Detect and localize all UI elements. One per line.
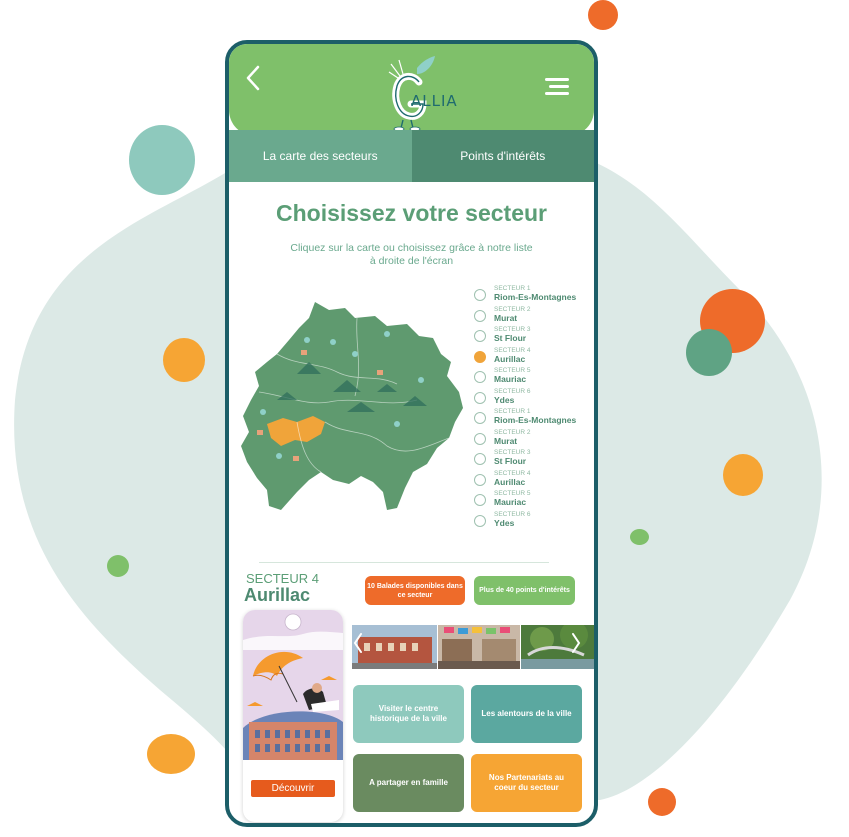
sector-card[interactable]: Découvrir <box>243 610 343 822</box>
sector-list: SECTEUR 1 Riom-Es-Montagnes SECTEUR 2 Mura… <box>474 285 594 531</box>
sector-name: Riom-Es-Montagnes <box>494 415 577 425</box>
sector-name: Mauriac <box>494 374 527 384</box>
sector-number: SECTEUR 1 <box>494 408 531 415</box>
sector-name: Murat <box>494 435 518 446</box>
subtitle-line: à droite de l'écran <box>369 255 454 267</box>
decorative-dot <box>163 338 205 382</box>
sector-option[interactable]: SECTEUR 3 St Flour <box>474 449 594 470</box>
radio-button[interactable] <box>474 514 486 527</box>
radio-button[interactable] <box>474 391 486 404</box>
carousel-photo-3 <box>521 625 594 669</box>
back-chevron-icon[interactable] <box>243 64 263 92</box>
app-header: ALLIA <box>229 44 594 136</box>
discover-button[interactable]: Découvrir <box>251 780 335 797</box>
sector-name: St Flour <box>494 456 527 466</box>
tab-bar: La carte des secteurs Points d'intérêts <box>229 130 594 182</box>
sector-number: SECTEUR 2 <box>494 305 531 313</box>
decorative-dot <box>686 329 732 376</box>
radio-button[interactable] <box>474 494 486 506</box>
selected-sector-name: Aurillac <box>244 585 311 605</box>
sector-option[interactable]: SECTEUR 6 Ydes <box>474 388 594 409</box>
radio-button[interactable] <box>474 432 486 445</box>
carousel-prev-chevron-icon[interactable] <box>352 632 364 654</box>
sector-number: SECTEUR 6 <box>494 387 531 395</box>
sector-name: Mauriac <box>494 497 527 507</box>
decorative-dot <box>630 529 649 545</box>
map-region[interactable] <box>241 302 463 510</box>
sector-name: Murat <box>494 312 518 323</box>
sector-name: Ydes <box>494 394 515 405</box>
radio-button[interactable] <box>474 309 486 322</box>
page-subtitle: Cliquez sur la carte ou choisissez grâce… <box>269 242 554 268</box>
carousel-photo-2 <box>438 625 520 669</box>
carousel-next-chevron-icon[interactable] <box>570 632 582 654</box>
section-divider <box>259 562 549 563</box>
points-interets-badge[interactable]: Plus de 40 points d'intérêts <box>474 576 575 605</box>
sector-option[interactable]: SECTEUR 5 Mauriac <box>474 367 594 388</box>
sector-number: SECTEUR 6 <box>494 510 531 518</box>
selected-sector-number: SECTEUR 4 <box>246 571 319 586</box>
radio-button[interactable] <box>474 412 486 424</box>
sector-number: SECTEUR 4 <box>494 346 531 354</box>
radio-button[interactable] <box>474 330 486 342</box>
decorative-dot <box>648 788 676 816</box>
tile-alentours[interactable]: Les alentours de la ville <box>471 685 582 743</box>
decorative-dot <box>147 734 195 774</box>
decorative-dot <box>107 555 129 577</box>
sector-number: SECTEUR 3 <box>494 449 531 456</box>
sector-number: SECTEUR 4 <box>494 469 531 477</box>
tab-carte-des-secteurs[interactable]: La carte des secteurs <box>229 130 412 182</box>
radio-button-selected[interactable] <box>474 350 486 363</box>
sector-name: Riom-Es-Montagnes <box>494 292 577 302</box>
radio-button[interactable] <box>474 289 486 301</box>
sector-map[interactable] <box>237 296 469 514</box>
sector-number: SECTEUR 1 <box>494 285 531 292</box>
tile-partager-en-famille[interactable]: A partager en famille <box>353 754 464 812</box>
decorative-dot <box>129 125 195 195</box>
balades-badge[interactable]: 10 Balades disponibles dans ce secteur <box>365 576 465 605</box>
logo-text: ALLIA <box>411 92 458 110</box>
carousel-photo-1 <box>352 625 437 669</box>
sector-option[interactable]: SECTEUR 1 Riom-Es-Montagnes <box>474 408 594 429</box>
sector-option[interactable]: SECTEUR 6 Ydes <box>474 511 594 532</box>
sector-number: SECTEUR 3 <box>494 326 531 333</box>
sector-option[interactable]: SECTEUR 4 Aurillac <box>474 470 594 491</box>
decorative-dot <box>723 454 763 496</box>
phone-frame: ALLIA La carte des secteurs Points d'int… <box>225 40 598 827</box>
hamburger-menu-icon[interactable] <box>545 78 569 96</box>
radio-button[interactable] <box>474 371 486 383</box>
subtitle-line: Cliquez sur la carte ou choisissez grâce… <box>290 242 533 254</box>
page-title: Choisissez votre secteur <box>275 200 547 226</box>
sector-name: St Flour <box>494 333 527 343</box>
sector-option[interactable]: SECTEUR 2 Murat <box>474 429 594 450</box>
decorative-dot <box>588 0 618 30</box>
sector-option[interactable]: SECTEUR 5 Mauriac <box>474 490 594 511</box>
sector-option[interactable]: SECTEUR 1 Riom-Es-Montagnes <box>474 285 594 306</box>
sector-number: SECTEUR 2 <box>494 428 531 436</box>
sector-option[interactable]: SECTEUR 2 Murat <box>474 306 594 327</box>
tab-label: Points d'intérêts <box>460 149 546 163</box>
sector-name: Aurillac <box>494 353 526 364</box>
tile-centre-historique[interactable]: Visiter le centre historique de la ville <box>353 685 464 743</box>
sector-option-selected[interactable]: SECTEUR 4 Aurillac <box>474 347 594 368</box>
tab-points-d-interets[interactable]: Points d'intérêts <box>411 130 594 182</box>
sector-name: Ydes <box>494 517 515 528</box>
radio-button[interactable] <box>474 453 486 465</box>
sector-number: SECTEUR 5 <box>494 367 531 374</box>
tile-partenariats[interactable]: Nos Partenariats au coeur du secteur <box>471 754 582 812</box>
aurillac-illustration <box>243 610 343 760</box>
radio-button[interactable] <box>474 473 486 486</box>
sector-option[interactable]: SECTEUR 3 St Flour <box>474 326 594 347</box>
photo-carousel[interactable] <box>352 625 594 669</box>
sector-name: Aurillac <box>494 476 526 487</box>
sector-number: SECTEUR 5 <box>494 490 531 497</box>
tab-label: La carte des secteurs <box>262 149 378 163</box>
